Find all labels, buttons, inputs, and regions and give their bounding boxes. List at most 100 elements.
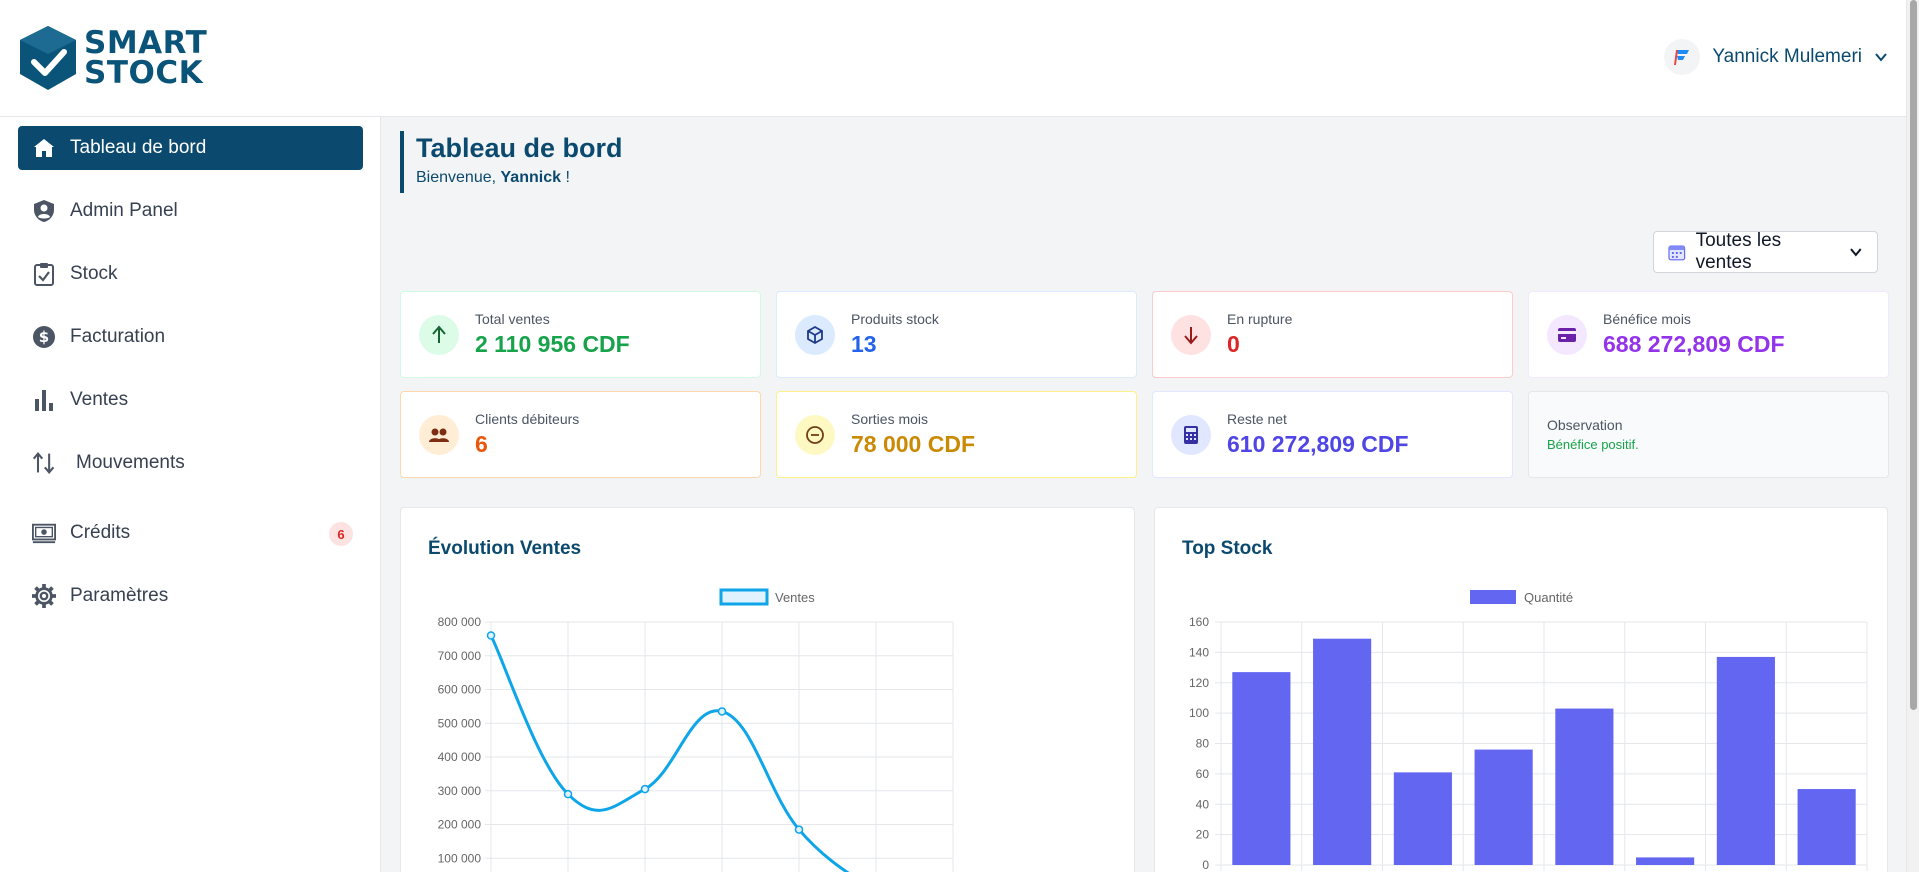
sidebar-item-admin-panel[interactable]: Admin Panel bbox=[18, 189, 363, 233]
sales-line-chart: Ventes 800 000 700 000 600 000 500 000 400 00… bbox=[438, 588, 954, 872]
stat-card-total-ventes: Total ventes 2 110 956 CDF bbox=[400, 291, 761, 378]
data-point bbox=[563, 789, 573, 799]
y-tick-label: 80 bbox=[1196, 737, 1210, 751]
sales-chart-panel: Évolution Ventes Ventes 800 000 700 000 600… bbox=[400, 507, 1135, 872]
y-tick-label: 200 000 bbox=[438, 818, 482, 832]
welcome-name: Yannick bbox=[500, 169, 561, 186]
y-tick-label: 600 000 bbox=[438, 683, 482, 697]
bar bbox=[1555, 708, 1614, 865]
y-tick-label: 700 000 bbox=[438, 649, 482, 663]
card-value: 688 272,809 CDF bbox=[1603, 331, 1785, 357]
stock-chart-panel: Top Stock Quantité160140120100806040200t… bbox=[1154, 507, 1888, 872]
sidebar-item-label: Ventes bbox=[70, 389, 129, 410]
sidebar-item-parametres[interactable]: Paramètres bbox=[18, 574, 363, 618]
card-value: 610 272,809 CDF bbox=[1227, 431, 1409, 457]
sidebar-item-mouvements[interactable]: Mouvements bbox=[18, 441, 363, 485]
observation-card: Observation Bénéfice positif. bbox=[1528, 391, 1889, 478]
data-point bbox=[640, 784, 650, 794]
data-point bbox=[486, 631, 496, 640]
observation-label: Observation bbox=[1547, 417, 1623, 433]
card-value: 6 bbox=[475, 431, 488, 457]
clipboard-check-icon bbox=[32, 262, 56, 286]
welcome-prefix: Bienvenue, bbox=[416, 169, 501, 186]
arrows-up-down-icon bbox=[32, 451, 56, 475]
credits-count-badge: 6 bbox=[329, 522, 353, 546]
y-tick-label: 800 000 bbox=[438, 615, 482, 629]
sidebar-item-label: Stock bbox=[70, 263, 118, 284]
bar-chart-icon bbox=[32, 388, 56, 412]
stat-card-sorties-mois: Sorties mois 78 000 CDF bbox=[776, 391, 1137, 478]
stock-bar-chart: Quantité160140120100806040200tte Filrmal… bbox=[1189, 590, 1868, 872]
y-tick-label: 400 000 bbox=[438, 750, 482, 764]
bar bbox=[1716, 656, 1775, 865]
stat-card-clients-debiteurs: Clients débiteurs 6 bbox=[400, 391, 761, 478]
bar bbox=[1393, 772, 1452, 865]
y-tick-label: 60 bbox=[1196, 767, 1210, 781]
sidebar-item-stock[interactable]: Stock bbox=[18, 252, 363, 296]
y-tick-label: 100 000 bbox=[438, 851, 482, 865]
card-label: Clients débiteurs bbox=[475, 411, 580, 427]
sidebar: Tableau de bord Admin Panel Stock $ Fact… bbox=[0, 117, 381, 872]
bar bbox=[1797, 789, 1856, 865]
chevron-down-icon bbox=[1875, 53, 1887, 62]
page-title: Tableau de bord bbox=[416, 133, 623, 163]
page-header: Tableau de bord Bienvenue, Yannick ! bbox=[400, 131, 623, 193]
card-label: Bénéfice mois bbox=[1603, 311, 1691, 327]
home-icon bbox=[32, 136, 56, 160]
legend-swatch bbox=[1470, 590, 1516, 604]
sidebar-item-facturation[interactable]: $ Facturation bbox=[18, 315, 363, 359]
sidebar-item-label: Mouvements bbox=[76, 452, 185, 473]
sidebar-item-credits[interactable]: Crédits 6 bbox=[18, 511, 363, 555]
card-value: 78 000 CDF bbox=[851, 431, 976, 457]
sidebar-item-dashboard[interactable]: Tableau de bord bbox=[18, 126, 363, 170]
credit-card-icon bbox=[1547, 314, 1587, 355]
y-tick-label: 20 bbox=[1196, 828, 1210, 842]
bar bbox=[1313, 638, 1372, 865]
bar bbox=[1232, 672, 1291, 865]
minus-circle-icon bbox=[795, 414, 835, 455]
stat-card-en-rupture: En rupture 0 bbox=[1152, 291, 1513, 378]
welcome-message: Bienvenue, Yannick ! bbox=[416, 169, 623, 187]
legend-label: Ventes bbox=[775, 590, 815, 605]
y-tick-label: 300 000 bbox=[438, 784, 482, 798]
filter-selected-value: Toutes les ventes bbox=[1695, 230, 1782, 273]
y-tick-label: 100 bbox=[1189, 706, 1209, 720]
y-tick-label: 0 bbox=[1202, 858, 1209, 872]
cube-icon bbox=[795, 314, 835, 355]
card-value: 0 bbox=[1227, 331, 1240, 357]
logo-line-2: STOCK bbox=[84, 55, 204, 91]
stat-card-produits-stock: Produits stock 13 bbox=[776, 291, 1137, 378]
sidebar-item-label: Tableau de bord bbox=[70, 137, 207, 158]
user-name: Yannick Mulemeri bbox=[1712, 46, 1862, 67]
scrollbar-thumb[interactable] bbox=[1910, 0, 1917, 710]
main-content: Tableau de bord Bienvenue, Yannick ! Tou… bbox=[382, 117, 1906, 872]
calculator-icon bbox=[1171, 414, 1211, 455]
card-label: Reste net bbox=[1227, 411, 1287, 427]
gear-icon bbox=[32, 584, 56, 608]
chevron-down-icon bbox=[1850, 248, 1862, 257]
card-label: En rupture bbox=[1227, 311, 1293, 327]
sidebar-item-ventes[interactable]: Ventes bbox=[18, 378, 363, 422]
page-scrollbar[interactable] bbox=[1906, 0, 1919, 872]
observation-text: Bénéfice positif. bbox=[1547, 437, 1639, 452]
data-point bbox=[794, 825, 804, 834]
app-logo[interactable]: SMART STOCK bbox=[18, 24, 207, 92]
stat-card-benefice-mois: Bénéfice mois 688 272,809 CDF bbox=[1528, 291, 1889, 378]
series-line-ventes bbox=[489, 634, 850, 872]
sidebar-item-label: Admin Panel bbox=[70, 200, 178, 221]
arrow-down-icon bbox=[1171, 314, 1211, 355]
top-header: SMART STOCK Yannick Mulemeri bbox=[0, 0, 1906, 117]
sidebar-item-label: Facturation bbox=[70, 326, 166, 347]
card-label: Total ventes bbox=[475, 311, 550, 327]
y-tick-label: 500 000 bbox=[438, 716, 482, 730]
y-tick-label: 40 bbox=[1196, 797, 1210, 811]
sales-filter-select[interactable]: Toutes les ventes bbox=[1653, 230, 1878, 273]
welcome-suffix: ! bbox=[561, 169, 570, 186]
user-menu[interactable]: Yannick Mulemeri bbox=[1664, 39, 1888, 75]
users-icon bbox=[419, 414, 459, 455]
arrow-up-icon bbox=[419, 314, 459, 355]
card-label: Sorties mois bbox=[851, 411, 929, 427]
legend-swatch bbox=[719, 588, 769, 606]
card-label: Produits stock bbox=[851, 311, 939, 327]
user-shield-icon bbox=[32, 199, 56, 223]
